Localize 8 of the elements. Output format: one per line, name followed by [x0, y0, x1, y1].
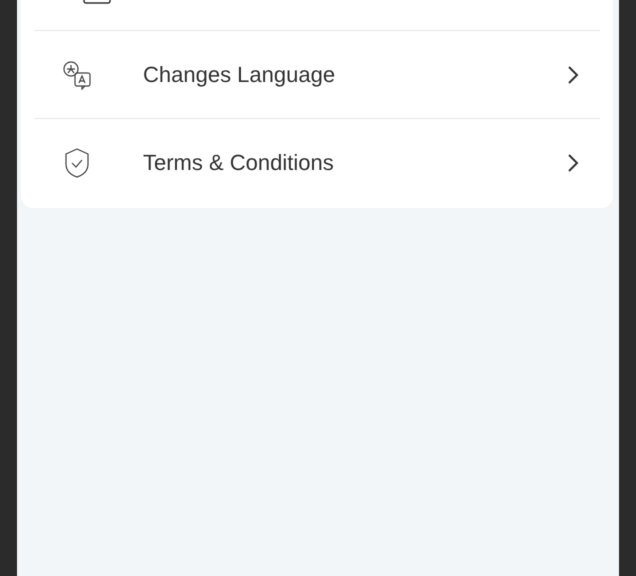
- row-label: Changes Language: [143, 61, 336, 89]
- translate-icon: [62, 60, 92, 90]
- chevron-right-icon: [567, 64, 579, 84]
- settings-row[interactable]: Changes Language: [34, 30, 600, 118]
- settings-row[interactable]: Terms & Conditions: [34, 118, 600, 206]
- chevron-right-icon: [567, 152, 579, 172]
- shield-check-icon: [64, 146, 90, 178]
- row-label: Terms & Conditions: [143, 149, 335, 177]
